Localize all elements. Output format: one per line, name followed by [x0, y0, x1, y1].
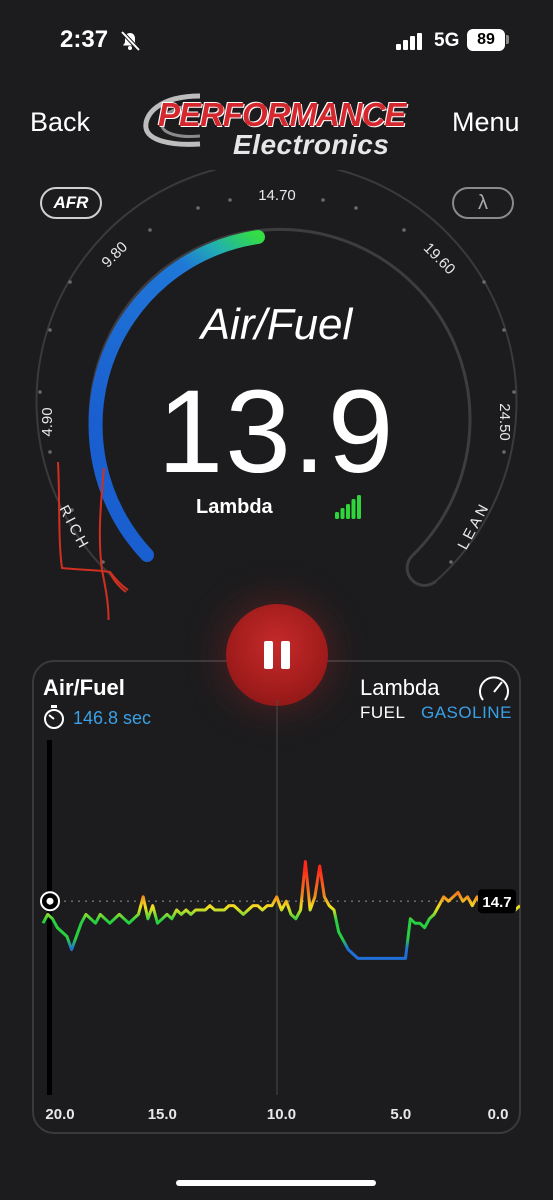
- chart-title: Air/Fuel: [43, 675, 125, 700]
- battery-cap: [506, 35, 509, 44]
- pause-button[interactable]: [226, 604, 328, 706]
- signal-icon: [396, 33, 422, 50]
- gauge-title: Air/Fuel: [200, 300, 353, 349]
- x-tick-label: 10.0: [267, 1106, 296, 1123]
- back-button[interactable]: Back: [30, 107, 90, 138]
- menu-button[interactable]: Menu: [452, 107, 520, 138]
- reference-value: 14.7: [482, 894, 511, 911]
- network-type: 5G: [434, 30, 460, 51]
- annotation-scribble: [57, 461, 129, 620]
- bell-muted-icon: [120, 30, 141, 52]
- status-time: 2:37: [60, 26, 109, 53]
- logo-electronics: Electronics: [233, 129, 390, 160]
- gauge-value: 13.9: [157, 366, 396, 498]
- reference-badge: 14.7: [478, 889, 516, 914]
- gauge-end-cap: [405, 553, 437, 587]
- series-line: [41, 860, 520, 960]
- air-fuel-chart: 14.7 20.0 15.0 10.0 5.0 0.0: [40, 700, 520, 1123]
- gauge-tick-1470: 14.70: [258, 187, 296, 204]
- x-tick-label: 0.0: [488, 1106, 509, 1123]
- x-tick-label: 20.0: [45, 1106, 74, 1123]
- gauge-tick-490: 4.90: [39, 407, 56, 436]
- gauge-tick-2450: 24.50: [496, 403, 513, 441]
- chart-mode-label: Lambda: [360, 675, 440, 700]
- home-indicator[interactable]: [176, 1180, 376, 1186]
- gauge-tick-980: 9.80: [98, 238, 131, 271]
- signal-strength-icon: [335, 495, 361, 519]
- reference-marker: [40, 891, 60, 912]
- lean-label: LEAN: [455, 499, 494, 552]
- gauge-tick-1960: 19.60: [420, 240, 459, 279]
- gauge-sub-label: Lambda: [196, 496, 273, 518]
- x-tick-label: 15.0: [148, 1106, 177, 1123]
- battery-icon: 89: [467, 29, 505, 51]
- x-tick-label: 5.0: [390, 1106, 411, 1123]
